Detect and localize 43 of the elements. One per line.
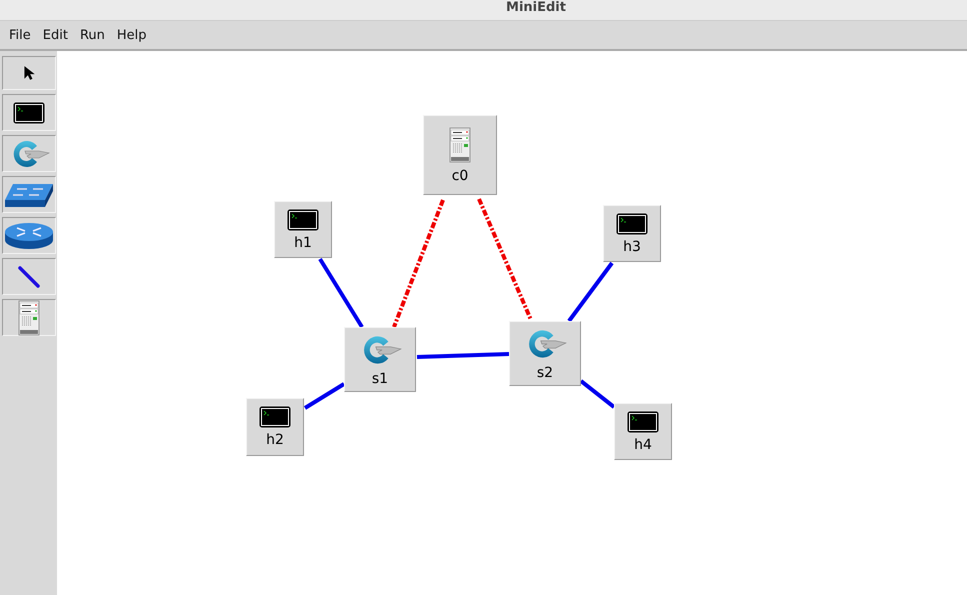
node-label: h1: [294, 234, 312, 250]
ethernet-link[interactable]: [304, 382, 346, 410]
control-link[interactable]: [392, 199, 445, 328]
host-node[interactable]: h1: [274, 201, 332, 258]
switch-tool-button[interactable]: [2, 135, 56, 172]
terminal-icon: [12, 102, 44, 124]
menu-item[interactable]: Edit: [36, 24, 74, 46]
controller-node[interactable]: c0: [423, 115, 497, 195]
router-icon: [2, 220, 54, 250]
host-node[interactable]: h3: [603, 205, 661, 262]
menu-item[interactable]: Help: [110, 24, 153, 46]
node-label: h3: [623, 238, 641, 254]
terminal-icon: [259, 406, 291, 428]
controller-tool-button[interactable]: [2, 299, 56, 336]
switch-node[interactable]: s1: [344, 327, 416, 392]
ethernet-link[interactable]: [580, 379, 616, 409]
node-label: s1: [372, 370, 388, 386]
window-title: MiniEdit: [506, 0, 566, 16]
switch-node[interactable]: s2: [509, 321, 581, 386]
terminal-icon: [627, 410, 659, 432]
server-icon: [18, 300, 40, 336]
ethernet-link[interactable]: [567, 262, 614, 322]
legacy-switch-tool-button[interactable]: [2, 176, 56, 213]
server-icon: [449, 126, 471, 164]
node-label: h4: [634, 436, 652, 452]
menu-item[interactable]: File: [3, 24, 37, 46]
host-tool-button[interactable]: [2, 94, 56, 131]
node-label: c0: [452, 168, 468, 184]
ethernet-link[interactable]: [416, 352, 510, 359]
pointer-icon: [22, 65, 34, 81]
router-tool-button[interactable]: [2, 217, 56, 254]
line-icon: [16, 264, 40, 288]
terminal-icon: [287, 208, 319, 230]
host-node[interactable]: h2: [246, 398, 304, 456]
link-tool-button[interactable]: [2, 258, 56, 295]
menu-item[interactable]: Run: [74, 24, 111, 46]
select-tool-button[interactable]: [2, 56, 56, 90]
node-label: s2: [536, 364, 554, 380]
host-node[interactable]: h4: [614, 403, 672, 460]
ethernet-link[interactable]: [318, 258, 364, 328]
control-link[interactable]: [477, 198, 533, 321]
node-label: h2: [266, 432, 284, 448]
terminal-icon: [616, 212, 648, 234]
